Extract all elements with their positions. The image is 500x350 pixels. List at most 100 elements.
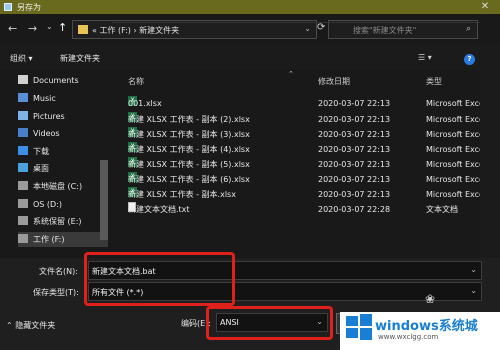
- sort-indicator-icon: ⌃: [288, 70, 294, 78]
- header-divider: [112, 22, 480, 23]
- file-modified: 2020-03-07 22:13: [318, 160, 391, 169]
- sidebar-item-desktop[interactable]: 桌面: [18, 161, 108, 176]
- drive-icon: [18, 216, 28, 225]
- table-row[interactable]: X 新建 XLSX 工作表 - 副本 (3).xlsx 2020-03-07 22…: [128, 127, 488, 142]
- column-header-type[interactable]: 类型: [426, 76, 442, 87]
- search-placeholder: 搜索"新建文件夹": [353, 26, 417, 35]
- annotation-box: [206, 306, 333, 340]
- navigation-pane: Documents Music Pictures Videos 下载 桌面 本地…: [0, 70, 108, 258]
- sidebar-item-drive-e[interactable]: 系统保留 (E:): [18, 214, 108, 229]
- file-modified: 2020-03-07 22:13: [318, 130, 391, 139]
- view-options-icon[interactable]: ☰ ▾: [418, 53, 432, 62]
- file-name: 新建 XLSX 工作表 - 副本 (6).xlsx: [128, 175, 250, 184]
- sidebar-item-downloads[interactable]: 下载: [18, 144, 108, 159]
- file-name: 新建 XLSX 工作表 - 副本 (4).xlsx: [128, 145, 250, 154]
- file-name: 新建 XLSX 工作表 - 副本 (5).xlsx: [128, 160, 250, 169]
- file-name: 新建文本文档.txt: [128, 205, 190, 214]
- chevron-down-icon[interactable]: ⌄: [46, 22, 53, 31]
- table-row[interactable]: X 新建 XLSX 工作表 - 副本 (5).xlsx 2020-03-07 22…: [128, 157, 488, 172]
- file-modified: 2020-03-07 22:13: [318, 115, 391, 124]
- table-row[interactable]: X 新建 XLSX 工作表 - 副本 (4).xlsx 2020-03-07 22…: [128, 142, 488, 157]
- sidebar-item-label: Music: [33, 94, 56, 103]
- windows-logo-icon: [346, 314, 372, 340]
- sidebar-item-videos[interactable]: Videos: [18, 126, 108, 141]
- desktop-icon: [18, 163, 28, 172]
- chevron-up-icon: ⌃: [6, 321, 16, 330]
- filetype-label: 保存类型(T):: [33, 288, 79, 297]
- sidebar-item-drive-d[interactable]: OS (D:): [18, 197, 108, 212]
- file-type: Microsoft Exce: [426, 175, 484, 184]
- sidebar-item-label: 本地磁盘 (C:): [33, 182, 83, 191]
- sidebar-item-music[interactable]: Music: [18, 91, 108, 106]
- annotation-box: [84, 252, 235, 306]
- window-title: 另存为: [17, 3, 41, 12]
- column-header-name[interactable]: 名称: [128, 76, 144, 87]
- sidebar-item-label: 桌面: [33, 164, 49, 173]
- file-type: 文本文档: [426, 205, 458, 214]
- chevron-down-icon[interactable]: ⌄: [470, 265, 477, 274]
- file-type: Microsoft Exce: [426, 115, 484, 124]
- sidebar-scrollbar[interactable]: [100, 160, 108, 240]
- save-dialog-icon: [4, 3, 12, 11]
- videos-icon: [18, 128, 28, 137]
- table-row[interactable]: X 新建 XLSX 工作表 - 副本 (2).xlsx 2020-03-07 22…: [128, 112, 488, 127]
- search-icon[interactable]: ⌕: [466, 24, 471, 34]
- file-list-scrollbar[interactable]: [480, 46, 500, 258]
- hide-folders-label: 隐藏文件夹: [15, 321, 56, 330]
- chevron-down-icon[interactable]: ⌄: [304, 24, 311, 33]
- breadcrumb[interactable]: « 工作 (F:) › 新建文件夹: [92, 25, 179, 36]
- file-name: 001.xlsx: [128, 99, 162, 108]
- sidebar-item-documents[interactable]: Documents: [18, 73, 108, 88]
- file-modified: 2020-03-07 22:13: [318, 99, 391, 108]
- refresh-icon[interactable]: ⟳: [317, 22, 325, 33]
- sidebar-item-pictures[interactable]: Pictures: [18, 109, 108, 124]
- folder-icon: [78, 25, 88, 34]
- organize-button[interactable]: 组织 ▾: [10, 53, 33, 64]
- file-type: Microsoft Exce: [426, 160, 484, 169]
- sidebar-item-drive-f[interactable]: 工作 (F:): [18, 232, 108, 247]
- file-type: Microsoft Exce: [426, 145, 484, 154]
- download-icon: [18, 146, 28, 155]
- back-arrow-icon[interactable]: ←: [8, 22, 17, 35]
- table-row[interactable]: X 新建 XLSX 工作表 - 副本.xlsx 2020-03-07 22:13 …: [128, 187, 488, 202]
- sidebar-item-label: Documents: [33, 76, 79, 85]
- file-name: 新建 XLSX 工作表 - 副本 (2).xlsx: [128, 115, 250, 124]
- paw-icon: ❀: [425, 292, 436, 306]
- file-modified: 2020-03-07 22:13: [318, 145, 391, 154]
- drive-icon: [18, 199, 28, 208]
- file-type: Microsoft Exce: [426, 99, 484, 108]
- new-folder-button[interactable]: 新建文件夹: [60, 53, 100, 64]
- file-list: 名称 修改日期 类型 ⌃ X 001.xlsx 2020-03-07 22:13 …: [108, 70, 484, 258]
- file-type: Microsoft Exce: [426, 130, 484, 139]
- title-bar: 另存为 ✕: [0, 0, 500, 14]
- music-icon: [18, 93, 28, 102]
- pictures-icon: [18, 111, 28, 120]
- chevron-down-icon[interactable]: ⌄: [470, 286, 477, 295]
- file-modified: 2020-03-07 22:13: [318, 175, 391, 184]
- file-type: Microsoft Exce: [426, 190, 484, 199]
- drive-icon: [18, 234, 28, 243]
- file-name: 新建 XLSX 工作表 - 副本 (3).xlsx: [128, 130, 250, 139]
- table-row[interactable]: X 新建 XLSX 工作表 - 副本 (6).xlsx 2020-03-07 22…: [128, 172, 488, 187]
- toolbar: 组织 ▾ 新建文件夹 ☰ ▾ ?: [0, 46, 480, 70]
- table-row[interactable]: X 001.xlsx 2020-03-07 22:13 Microsoft Exc…: [128, 96, 488, 111]
- sidebar-item-drive-c[interactable]: 本地磁盘 (C:): [18, 179, 108, 194]
- help-icon[interactable]: ?: [464, 54, 475, 65]
- up-arrow-icon[interactable]: ↑: [58, 21, 67, 34]
- file-name: 新建 XLSX 工作表 - 副本.xlsx: [128, 190, 236, 199]
- sidebar-item-label: Pictures: [33, 112, 65, 121]
- documents-icon: [18, 75, 28, 84]
- file-modified: 2020-03-07 22:28: [318, 205, 391, 214]
- file-modified: 2020-03-07 22:13: [318, 190, 391, 199]
- sidebar-item-label: 系统保留 (E:): [33, 217, 82, 226]
- column-header-modified[interactable]: 修改日期: [318, 76, 350, 87]
- hide-folders-toggle[interactable]: ⌃ 隐藏文件夹: [6, 320, 55, 331]
- table-row[interactable]: 新建文本文档.txt 2020-03-07 22:28 文本文档: [128, 202, 488, 217]
- sidebar-item-label: OS (D:): [33, 200, 63, 209]
- forward-arrow-icon[interactable]: →: [28, 22, 37, 35]
- close-icon[interactable]: ✕: [470, 0, 500, 14]
- watermark-url: www.wxclgg.com: [378, 333, 439, 341]
- sidebar-item-label: 下载: [33, 147, 49, 156]
- drive-icon: [18, 181, 28, 190]
- watermark-brand: windows系统城: [375, 319, 478, 334]
